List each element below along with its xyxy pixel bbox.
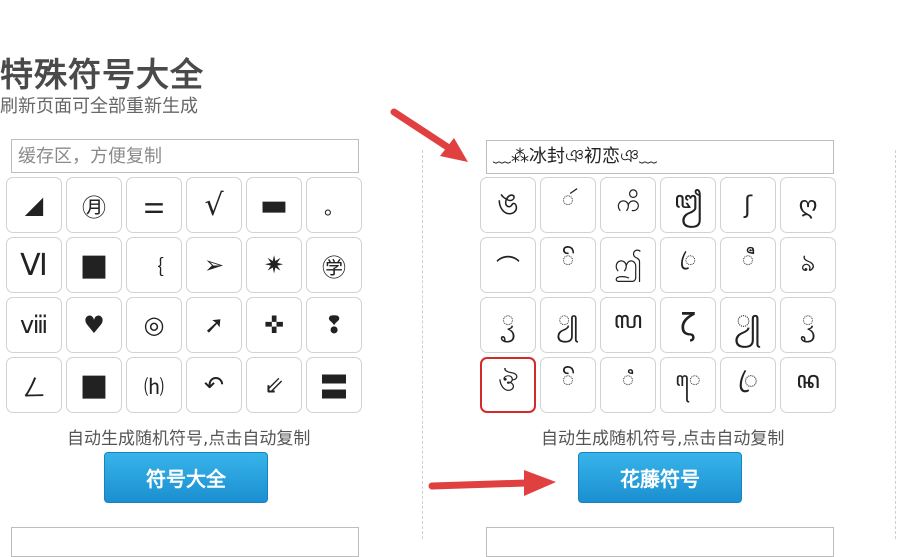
symbol-cell[interactable]: ကိ — [600, 177, 656, 233]
symbol-cell[interactable]: ■ — [66, 237, 122, 293]
symbol-cell[interactable]: ဤ — [600, 237, 656, 293]
symbol-cell[interactable]: ㊊ — [66, 177, 122, 233]
symbol-cell[interactable]: ღ — [780, 177, 836, 233]
symbol-cell[interactable]: ✷ — [246, 237, 302, 293]
symbol-cell[interactable]: ⒣ — [126, 357, 182, 413]
flower-vine-symbols-button[interactable]: 花藤符号 — [578, 452, 742, 503]
symbol-cell-selected[interactable]: ঔ — [480, 357, 536, 413]
symbol-cell[interactable]: ꦭ — [600, 297, 656, 353]
symbol-cell[interactable]: ζ — [660, 297, 716, 353]
symbol-cell[interactable]: ⌒ — [480, 237, 536, 293]
cache-input-right[interactable] — [486, 140, 834, 174]
symbol-cell[interactable]: ꦾ — [720, 297, 776, 353]
page-subtitle: 刷新页面可全部重新生成 — [0, 96, 198, 117]
symbol-cell[interactable]: ㄥ — [6, 357, 62, 413]
symbol-cell[interactable]: ❢ — [306, 297, 362, 353]
symbols-all-button[interactable]: 符号大全 — [104, 452, 268, 503]
symbol-cell[interactable]: √ — [186, 177, 242, 233]
symbol-cell[interactable]: ꦂ — [540, 177, 596, 233]
symbol-cell[interactable]: ꦤ — [780, 357, 836, 413]
symbol-cell[interactable]: ■ — [66, 357, 122, 413]
symbol-cell[interactable]: ꦿ — [660, 237, 716, 293]
page-title: 特殊符号大全 — [0, 55, 204, 94]
symbol-cell[interactable]: 。 — [306, 177, 362, 233]
symbol-cell[interactable]: ꦙ — [660, 177, 716, 233]
symbol-cell[interactable]: ⚌ — [126, 177, 182, 233]
symbol-cell[interactable]: ꦺ — [660, 357, 716, 413]
symbol-grid-right: ঙ ꦂ ကိ ꦙ ʃ ღ ⌒ ꦼ ဤ ꦿ ꦷ ঌ ꦽ ꦾ ꦭ ζ ꦾ ꦽ ঔ ꦼ… — [480, 177, 836, 413]
symbol-cell[interactable]: ✜ — [246, 297, 302, 353]
symbol-cell[interactable]: ꦽ — [480, 297, 536, 353]
cache-input-right-lower[interactable] — [486, 527, 834, 557]
symbol-cell[interactable]: Ⅵ — [6, 237, 62, 293]
symbol-cell[interactable]: ꦶ — [600, 357, 656, 413]
symbol-cell[interactable]: ➚ — [186, 297, 242, 353]
symbol-cell[interactable]: ㊫ — [306, 237, 362, 293]
symbol-cell[interactable]: ꦾ — [540, 297, 596, 353]
symbol-cell[interactable]: ▬ — [246, 177, 302, 233]
symbol-cell[interactable]: ➢ — [186, 237, 242, 293]
hint-text-left: 自动生成随机符号,点击自动复制 — [67, 429, 311, 449]
symbol-cell[interactable]: ঌ — [780, 237, 836, 293]
annotation-arrow-icon — [428, 470, 556, 496]
symbol-cell[interactable]: ꦽ — [780, 297, 836, 353]
symbol-cell[interactable]: ◢ — [6, 177, 62, 233]
symbol-cell[interactable]: ঙ — [480, 177, 536, 233]
symbol-cell[interactable]: ｛ — [126, 237, 182, 293]
cache-input-left[interactable] — [11, 139, 359, 173]
symbol-cell[interactable]: ⇙ — [246, 357, 302, 413]
symbol-cell[interactable]: 〓 — [306, 357, 362, 413]
hint-text-right: 自动生成随机符号,点击自动复制 — [541, 429, 785, 449]
symbol-cell[interactable]: ⅷ — [6, 297, 62, 353]
symbol-cell[interactable]: ꦷ — [720, 237, 776, 293]
column-divider — [895, 150, 896, 539]
symbol-cell[interactable]: ꦼ — [540, 237, 596, 293]
symbol-grid-left: ◢ ㊊ ⚌ √ ▬ 。 Ⅵ ■ ｛ ➢ ✷ ㊫ ⅷ ♥ ◎ ➚ ✜ ❢ ㄥ ■ … — [6, 177, 362, 413]
symbol-cell[interactable]: ʃ — [720, 177, 776, 233]
cache-input-left-lower[interactable] — [11, 527, 359, 557]
symbol-cell[interactable]: ♥ — [66, 297, 122, 353]
symbol-cell[interactable]: ↶ — [186, 357, 242, 413]
annotation-arrow-icon — [390, 108, 468, 162]
column-divider — [422, 150, 423, 539]
symbol-cell[interactable]: ꦼ — [540, 357, 596, 413]
symbol-cell[interactable]: ◎ — [126, 297, 182, 353]
symbol-cell[interactable]: ꦿ — [720, 357, 776, 413]
